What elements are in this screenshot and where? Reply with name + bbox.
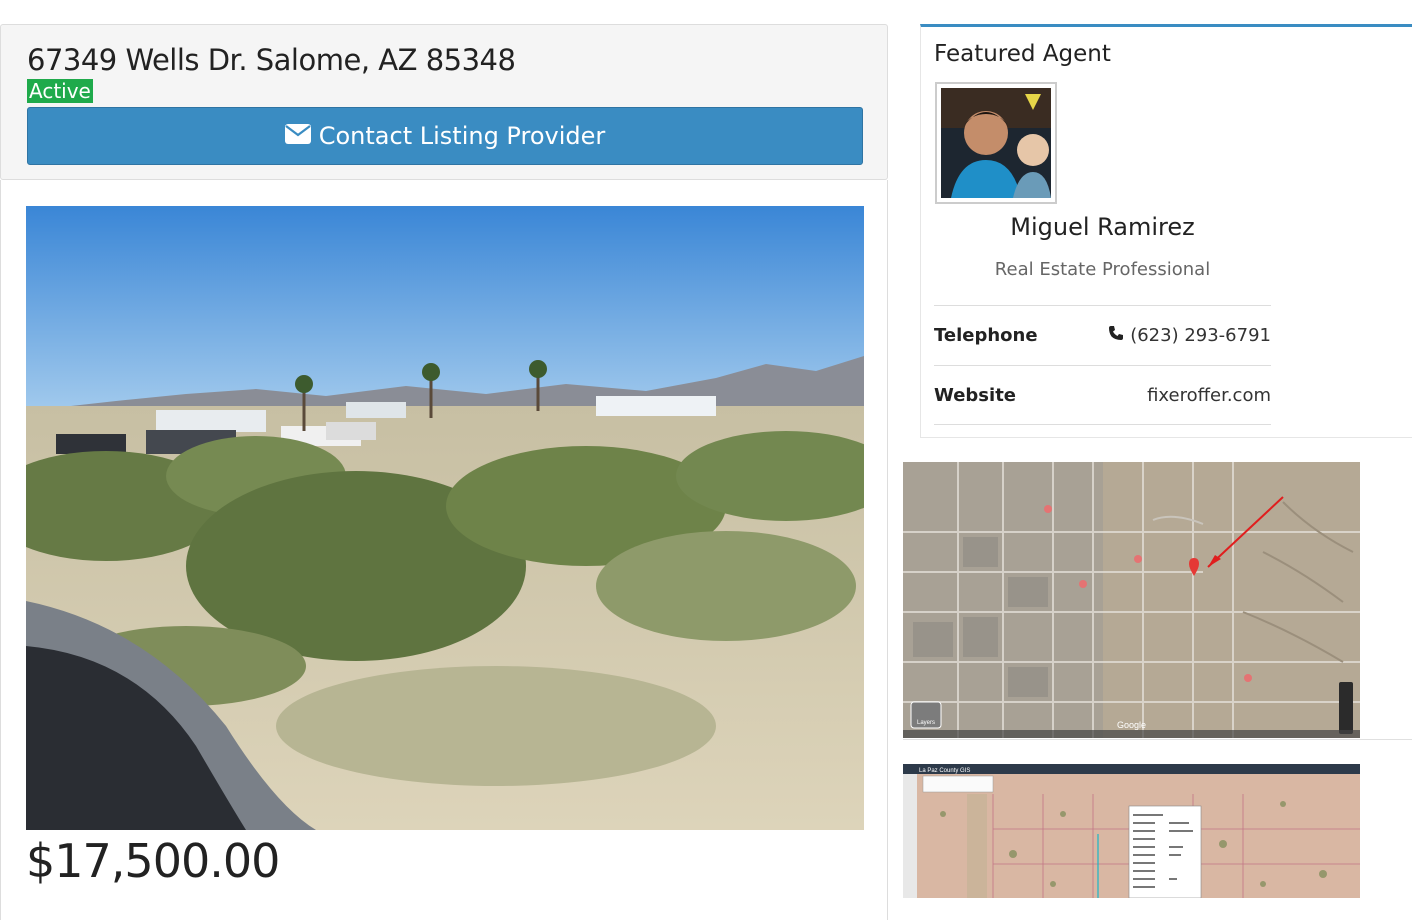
website-label: Website xyxy=(934,384,1017,406)
contact-listing-provider-button[interactable]: Contact Listing Provider xyxy=(27,107,863,165)
agent-avatar[interactable] xyxy=(935,82,1057,204)
agent-name: Miguel Ramirez xyxy=(1010,213,1195,241)
phone-icon xyxy=(1108,325,1124,346)
gis-title: La Paz County GIS xyxy=(919,768,970,774)
map-layers-label: Layers xyxy=(917,720,935,726)
featured-agent-card: Featured Agent Miguel Ramirez Real Estat… xyxy=(920,24,1412,438)
website-link[interactable]: fixeroffer.com xyxy=(1147,385,1271,406)
featured-agent-heading: Featured Agent xyxy=(934,41,1111,67)
website-row: Website fixeroffer.com xyxy=(934,365,1271,425)
listing-price: $17,500.00 xyxy=(26,834,280,888)
map-google-label: Google xyxy=(1117,720,1146,730)
listing-header: 67349 Wells Dr. Salome, AZ 85348 Active … xyxy=(0,24,888,180)
status-badge: Active xyxy=(27,79,93,103)
contact-button-label: Contact Listing Provider xyxy=(318,122,606,150)
agent-role: Real Estate Professional xyxy=(994,259,1211,280)
gis-parcel-map-image[interactable]: La Paz County GIS xyxy=(903,764,1360,898)
telephone-link[interactable]: (623) 293-6791 xyxy=(1130,325,1271,346)
map-divider xyxy=(903,739,1412,740)
telephone-value-wrap: (623) 293-6791 xyxy=(1108,325,1271,346)
partial-text-cutoff xyxy=(26,893,276,898)
envelope-icon xyxy=(284,122,311,150)
listing-address: 67349 Wells Dr. Salome, AZ 85348 xyxy=(27,43,516,77)
telephone-row: Telephone (623) 293-6791 xyxy=(934,305,1271,365)
satellite-map-image[interactable]: Layers Google xyxy=(903,462,1360,738)
listing-photo[interactable] xyxy=(26,206,864,830)
telephone-label: Telephone xyxy=(934,325,1038,346)
website-value-wrap: fixeroffer.com xyxy=(1147,385,1271,406)
